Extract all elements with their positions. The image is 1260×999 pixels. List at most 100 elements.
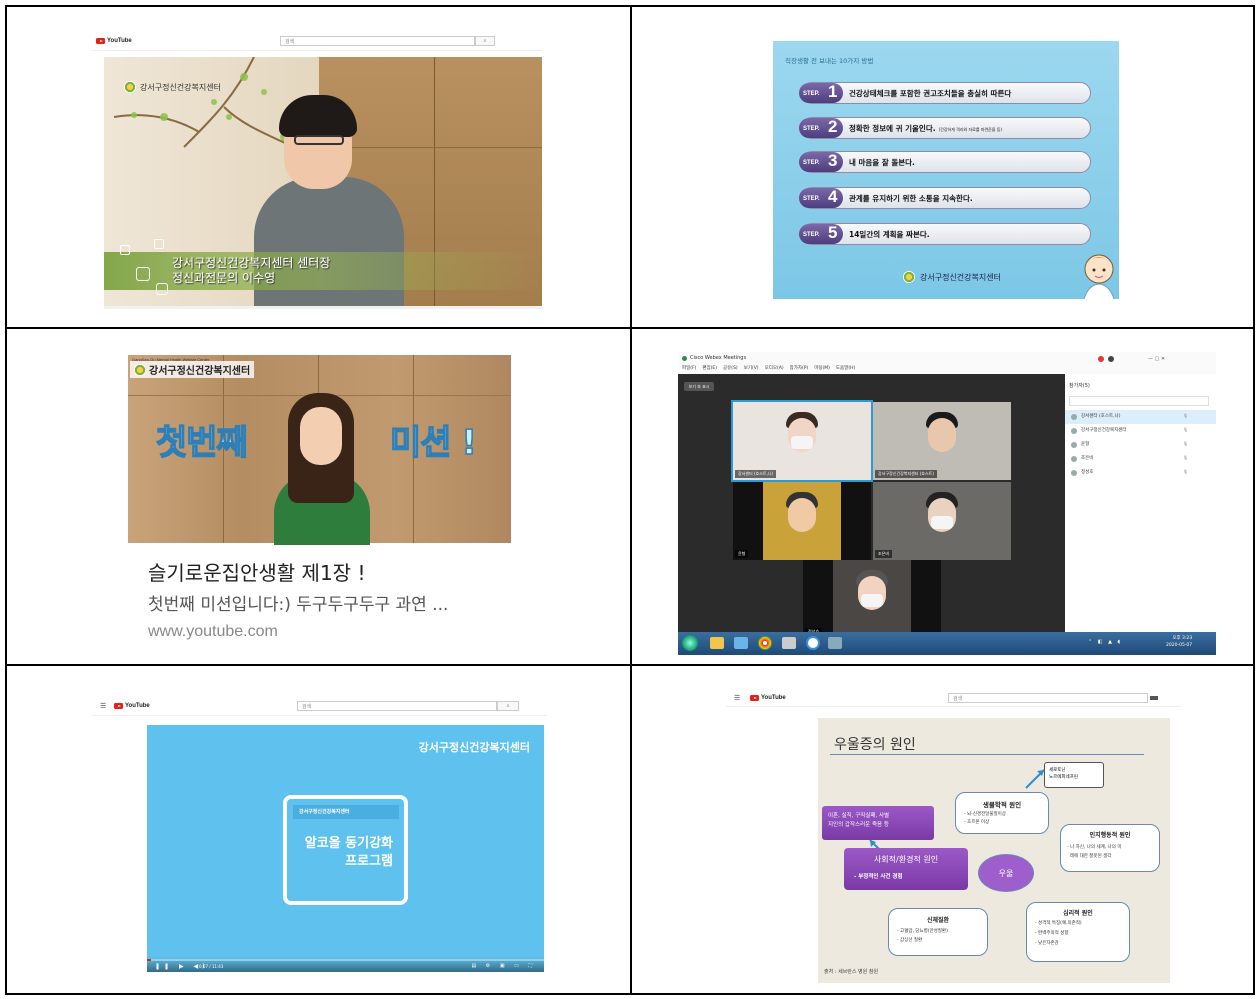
depression-center-node: 우울 bbox=[978, 854, 1034, 892]
search-input[interactable]: 검색 bbox=[948, 693, 1148, 703]
menu-item[interactable]: 오디오(A) bbox=[765, 365, 784, 371]
microphone-icon[interactable]: 🎙 bbox=[1183, 427, 1188, 432]
step-badge: STEP. 5 bbox=[799, 223, 843, 244]
taskbar-clock[interactable]: 오후 3:23 2020-05-07 bbox=[1166, 635, 1192, 649]
participants-header: 참가자(5) bbox=[1069, 383, 1090, 389]
microphone-icon[interactable]: 🎙 bbox=[1183, 441, 1188, 446]
menu-item[interactable]: 도움말(H) bbox=[836, 365, 855, 371]
video-progress[interactable] bbox=[104, 306, 542, 309]
media-icon[interactable] bbox=[734, 637, 748, 649]
psy-items: - 성격적 특징(예.의존적) - 완벽주의적 성향 - 낮은자존감 bbox=[1035, 919, 1082, 949]
social-item-text: 부정적인 사건 경험 bbox=[858, 874, 903, 880]
bio-item: - 뇌-신경전달물질이상 bbox=[964, 812, 1006, 817]
body-item: - 고혈압, 당뇨병(만성질환) bbox=[897, 929, 948, 934]
video-frame[interactable]: 강서구정신건강복지센터 강서구정신건강복지센터 센터장 정신과전문의 이수영 bbox=[104, 57, 542, 306]
menu-item[interactable]: 참가자(P) bbox=[790, 365, 809, 371]
search-input[interactable]: 검색 bbox=[280, 36, 475, 46]
search-input[interactable]: 검색 bbox=[297, 701, 497, 711]
video-tile[interactable]: 정성호 bbox=[803, 560, 941, 638]
app-icon[interactable] bbox=[782, 637, 796, 649]
menu-item[interactable]: 편집(E) bbox=[702, 365, 717, 371]
title-card-inner: 강서구정신건강복지센터 알코올 동기강화 프로그램 bbox=[293, 805, 399, 895]
record-icon[interactable] bbox=[1098, 356, 1104, 362]
step-word: STEP. bbox=[803, 126, 820, 132]
window-controls[interactable]: — ▢ ✕ bbox=[1148, 356, 1165, 362]
step-text: 14일간의 계획을 짜본다. bbox=[849, 230, 930, 239]
search-icon[interactable]: ⌕ bbox=[475, 36, 495, 46]
system-tray-icons[interactable]: ⌃ ◧ ▲ ◖ bbox=[1088, 639, 1122, 645]
menu-item[interactable]: 미팅(M) bbox=[814, 365, 830, 371]
bubble-decoration bbox=[112, 239, 172, 299]
card-title-line-1: 알코올 동기강화 bbox=[304, 836, 393, 851]
status-icon[interactable] bbox=[1108, 356, 1114, 362]
participant-name: 조은비 bbox=[1081, 456, 1094, 461]
player-buttons-right[interactable]: ▤ ⚙ ▣ ▭ ⛶ bbox=[471, 963, 536, 969]
life-events-box: 이혼, 실직, 구직실패, 사별 지인의 갑작스러운 죽음 등 bbox=[822, 806, 934, 840]
youtube-logo-text: YouTube bbox=[761, 695, 786, 701]
youtube-logo-text: YouTube bbox=[125, 703, 150, 709]
folder-icon[interactable] bbox=[710, 637, 724, 649]
caption-text: 강서구정신건강복지센터 센터장 정신과전문의 이수영 bbox=[172, 256, 330, 286]
video-org-title: 강서구정신건강복지센터 bbox=[418, 741, 530, 754]
title-card: 강서구정신건강복지센터 알코올 동기강화 프로그램 bbox=[283, 795, 408, 905]
divider-row-2 bbox=[5, 664, 1255, 666]
video-tile[interactable]: 강서센터 (호스트,나) bbox=[731, 400, 873, 482]
hamburger-menu-icon[interactable]: ☰ bbox=[734, 694, 740, 702]
youtube-logo-text: YouTube bbox=[107, 38, 132, 44]
participant-row[interactable]: 조은비 🎙 bbox=[1065, 452, 1216, 466]
microphone-icon[interactable]: 🎙 bbox=[1183, 469, 1188, 474]
video-tile[interactable]: 조은비 bbox=[873, 482, 1011, 560]
progress-track[interactable] bbox=[147, 959, 544, 961]
youtube-logo[interactable]: YouTube bbox=[96, 38, 132, 44]
menu-item[interactable]: 공유(S) bbox=[723, 365, 738, 371]
org-seal-icon bbox=[124, 81, 136, 93]
youtube-logo[interactable]: YouTube bbox=[114, 703, 150, 709]
card-url[interactable]: www.youtube.com bbox=[148, 623, 278, 641]
video-tile[interactable]: 강서구정신건강복지센터 (호스트) bbox=[873, 402, 1011, 480]
step-number: 3 bbox=[828, 151, 838, 170]
microphone-icon[interactable]: 🎙 bbox=[1183, 455, 1188, 460]
search-icon[interactable]: ⌕ bbox=[497, 701, 519, 711]
step-row: STEP. 1 건강상태체크를 포함한 권고조치들을 충실히 따른다 bbox=[799, 82, 1091, 104]
life-events-line-1: 이혼, 실직, 구직실패, 사별 bbox=[828, 813, 890, 819]
slide-frame: 우울증의 원인 세로토닌 노르에피네프린 생물학적 원인 - 뇌-신경전달물질이… bbox=[818, 718, 1170, 983]
cog-item-2: 래에 대한 잘못된 생각 bbox=[1069, 854, 1112, 859]
youtube-logo[interactable]: YouTube bbox=[750, 695, 786, 701]
menu-item[interactable]: 보기(V) bbox=[744, 365, 759, 371]
participants-panel: 참가자(5) 강서센터 (호스트,나) 🎙 강서구정신건강복지센터 🎙 윤형 🎙 조은비 🎙 정… bbox=[1065, 374, 1216, 632]
windows-taskbar: 오후 3:23 2020-05-07 ⌃ ◧ ▲ ◖ bbox=[678, 632, 1216, 655]
step-badge: STEP. 2 bbox=[799, 117, 843, 138]
hamburger-menu-icon[interactable]: ☰ bbox=[100, 702, 106, 710]
presenter-face bbox=[300, 407, 342, 465]
search-icon[interactable] bbox=[1150, 696, 1158, 700]
participant-search-input[interactable] bbox=[1069, 396, 1209, 406]
video-tile[interactable]: 윤형 bbox=[733, 482, 871, 560]
participant-row[interactable]: 강서구정신건강복지센터 🎙 bbox=[1065, 424, 1216, 438]
participant-row[interactable]: 정성호 🎙 bbox=[1065, 466, 1216, 480]
video-frame[interactable]: 강서구정신건강복지센터 강서구정신건강복지센터 알코올 동기강화 프로그램 ❚❚… bbox=[147, 725, 544, 972]
webex-taskbar-icon[interactable] bbox=[806, 636, 820, 650]
participant-avatar-icon bbox=[1071, 456, 1077, 462]
step-note: (건강하게 격리와 자료를 마련준을 등) bbox=[938, 127, 1002, 132]
card-title[interactable]: 슬기로운집안생활 제1장 ! bbox=[148, 557, 365, 586]
app-icon[interactable] bbox=[828, 637, 842, 649]
participant-avatar-icon bbox=[1071, 442, 1077, 448]
slide-source: 출처 : 세브란스 병원 참원 bbox=[824, 969, 879, 975]
caption-line-1: 강서구정신건강복지센터 센터장 bbox=[172, 256, 331, 270]
mission-text-right: 미션 ! bbox=[389, 422, 477, 464]
participant-row[interactable]: 강서센터 (호스트,나) 🎙 bbox=[1065, 410, 1216, 424]
menu-item[interactable]: 파일(F) bbox=[682, 365, 696, 371]
view-toggle-button[interactable]: 보기 좌 표시 bbox=[684, 382, 714, 391]
org-name: 강서구정신건강복지센터 bbox=[149, 366, 251, 377]
step-badge: STEP. 1 bbox=[799, 82, 843, 103]
org-logo: 강서구정신건강복지센터 bbox=[130, 361, 255, 378]
panel-youtube-card[interactable]: GangSeo-Gu Mental Health Welfare Center … bbox=[128, 355, 511, 650]
participant-name: 강서구정신건강복지센터 bbox=[1081, 428, 1127, 433]
step-pill bbox=[801, 151, 1091, 173]
start-button-icon[interactable] bbox=[682, 635, 698, 651]
microphone-icon[interactable]: 🎙 bbox=[1183, 413, 1188, 418]
chrome-icon[interactable] bbox=[758, 636, 772, 650]
social-title: 사회적/환경적 원인 bbox=[873, 855, 939, 864]
step-number: 2 bbox=[828, 117, 838, 136]
participant-row[interactable]: 윤형 🎙 bbox=[1065, 438, 1216, 452]
